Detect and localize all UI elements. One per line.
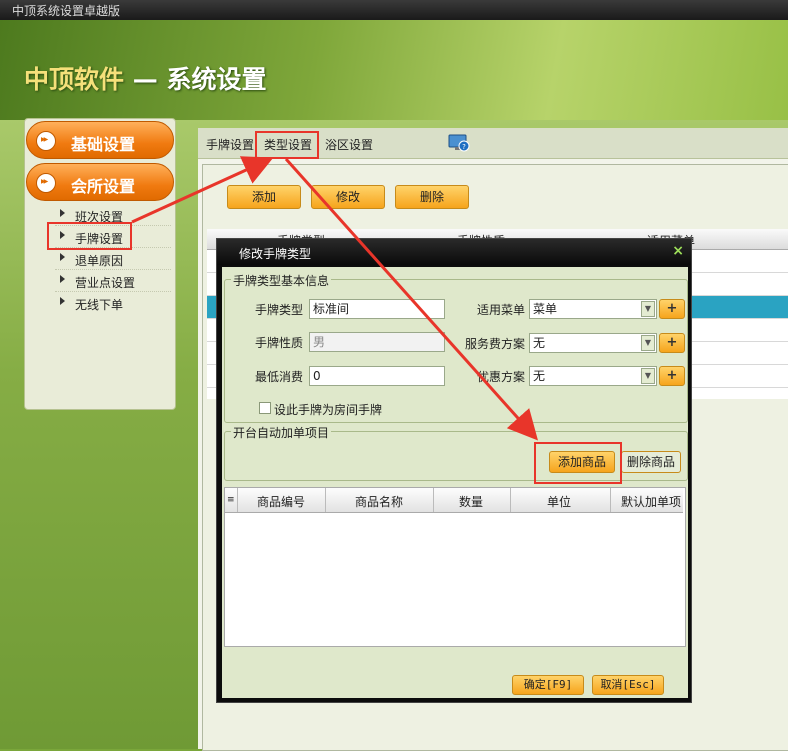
chevron-down-icon[interactable]: ▼ bbox=[641, 335, 655, 351]
highlight-box-add-goods bbox=[534, 442, 622, 484]
chevron-down-icon[interactable]: ▼ bbox=[641, 301, 655, 317]
banner-title: 中顶软件 — 系统设置 bbox=[24, 60, 266, 96]
dialog-titlebar: 修改手牌类型 × bbox=[217, 239, 691, 265]
nature-select[interactable]: 男 bbox=[309, 332, 445, 352]
highlight-box-wristband bbox=[47, 222, 132, 250]
column-divider bbox=[433, 488, 434, 512]
column-header: 数量 bbox=[459, 495, 484, 509]
add-discount-button[interactable]: + bbox=[659, 366, 685, 386]
menu-value: 菜单 bbox=[533, 302, 558, 316]
room-wristband-label: 设此手牌为房间手牌 bbox=[274, 403, 383, 417]
nav-club-settings[interactable]: 会所设置 bbox=[26, 163, 174, 201]
sub-item-label: 退单原因 bbox=[75, 254, 124, 268]
menu-select[interactable]: 菜单 ▼ bbox=[529, 299, 657, 319]
delete-goods-button[interactable]: 删除商品 bbox=[621, 451, 681, 473]
goods-grid-header: ≡ 商品编号 商品名称 数量 单位 默认加单项 bbox=[225, 488, 683, 513]
tab-wristband-settings[interactable]: 手牌设置 bbox=[206, 136, 254, 153]
column-divider bbox=[237, 488, 238, 512]
column-header: 默认加单项 bbox=[621, 495, 682, 509]
add-service-fee-button[interactable]: + bbox=[659, 333, 685, 353]
edit-button[interactable]: 修改 bbox=[311, 185, 385, 209]
column-divider bbox=[610, 488, 611, 512]
basic-info-legend: 手牌类型基本信息 bbox=[231, 272, 332, 289]
type-label: 手牌类型 bbox=[255, 303, 304, 317]
nature-value: 男 bbox=[313, 335, 326, 349]
sub-item-label: 无线下单 bbox=[75, 298, 124, 312]
triangle-right-icon bbox=[60, 209, 65, 217]
column-divider bbox=[510, 488, 511, 512]
banner-separator: — bbox=[132, 65, 158, 94]
window-title: 中顶系统设置卓越版 bbox=[12, 4, 121, 18]
service-fee-value: 无 bbox=[533, 336, 546, 350]
basic-info-group: 手牌类型基本信息 手牌类型 标准间 手牌性质 男 最低消费 0 适用菜单 菜单 … bbox=[224, 272, 688, 423]
auto-items-legend: 开台自动加单项目 bbox=[231, 424, 332, 441]
sub-item-business-point[interactable]: 营业点设置 bbox=[55, 271, 171, 292]
brand-name: 中顶软件 bbox=[24, 65, 125, 94]
sub-item-refund-reason[interactable]: 退单原因 bbox=[55, 249, 171, 270]
nav-club-settings-label: 会所设置 bbox=[71, 177, 136, 196]
nav-basic-settings-label: 基础设置 bbox=[71, 135, 136, 154]
left-navigation: 基础设置 会所设置 班次设置 手牌设置 退单原因 营业点设置 无线下单 bbox=[24, 118, 176, 410]
menu-label: 适用菜单 bbox=[477, 303, 526, 317]
sub-item-wireless-order[interactable]: 无线下单 bbox=[55, 293, 171, 313]
fast-forward-icon bbox=[36, 173, 56, 193]
service-fee-label: 服务费方案 bbox=[465, 337, 526, 351]
nature-label: 手牌性质 bbox=[255, 336, 304, 350]
min-spend-input[interactable]: 0 bbox=[309, 366, 445, 386]
discount-value: 无 bbox=[533, 369, 546, 383]
svg-text:?: ? bbox=[462, 143, 466, 151]
close-icon[interactable]: × bbox=[672, 243, 684, 259]
row-indicator-icon: ≡ bbox=[227, 495, 235, 505]
tab-bath-area-settings[interactable]: 浴区设置 bbox=[325, 136, 373, 153]
type-input[interactable]: 标准间 bbox=[309, 299, 445, 319]
delete-button[interactable]: 删除 bbox=[395, 185, 469, 209]
header-banner: 中顶软件 — 系统设置 bbox=[0, 20, 788, 120]
fast-forward-icon bbox=[36, 131, 56, 151]
dialog-title: 修改手牌类型 bbox=[239, 247, 312, 261]
triangle-right-icon bbox=[60, 275, 65, 283]
cancel-button[interactable]: 取消[Esc] bbox=[592, 675, 664, 695]
min-spend-label: 最低消费 bbox=[255, 370, 304, 384]
chevron-down-icon[interactable]: ▼ bbox=[641, 368, 655, 384]
window-titlebar: 中顶系统设置卓越版 bbox=[0, 0, 788, 20]
highlight-box-type-tab bbox=[255, 131, 319, 159]
column-header: 商品编号 bbox=[257, 495, 306, 509]
add-button[interactable]: 添加 bbox=[227, 185, 301, 209]
service-fee-select[interactable]: 无 ▼ bbox=[529, 333, 657, 353]
goods-grid: ≡ 商品编号 商品名称 数量 单位 默认加单项 bbox=[224, 487, 686, 647]
column-header: 商品名称 bbox=[355, 495, 404, 509]
sub-item-label: 营业点设置 bbox=[75, 276, 136, 290]
triangle-right-icon bbox=[60, 297, 65, 305]
section-name: 系统设置 bbox=[166, 65, 267, 94]
column-divider bbox=[325, 488, 326, 512]
triangle-right-icon bbox=[60, 253, 65, 261]
add-menu-button[interactable]: + bbox=[659, 299, 685, 319]
nav-basic-settings[interactable]: 基础设置 bbox=[26, 121, 174, 159]
column-header: 单位 bbox=[547, 495, 572, 509]
monitor-help-icon[interactable]: ? bbox=[448, 134, 470, 152]
discount-label: 优惠方案 bbox=[477, 370, 526, 384]
ok-button[interactable]: 确定[F9] bbox=[512, 675, 584, 695]
discount-select[interactable]: 无 ▼ bbox=[529, 366, 657, 386]
room-wristband-checkbox[interactable] bbox=[259, 402, 271, 414]
